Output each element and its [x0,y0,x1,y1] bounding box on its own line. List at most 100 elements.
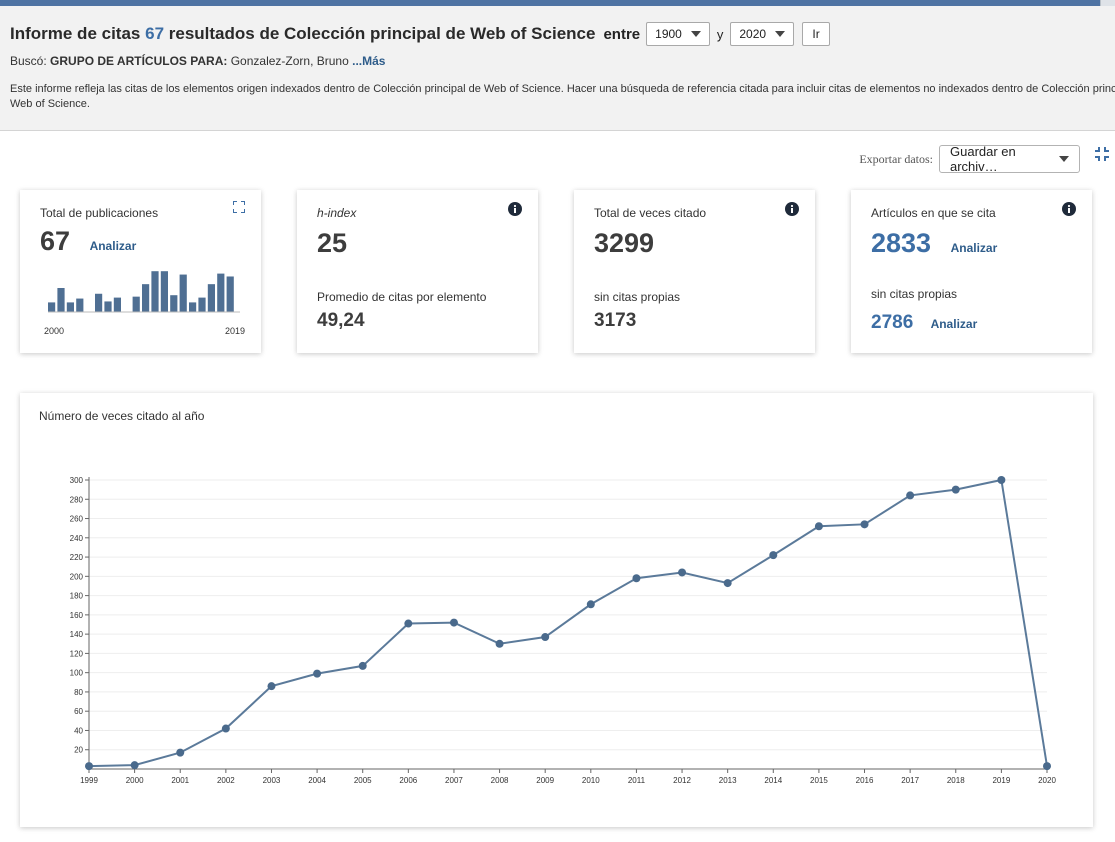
x-tick-label: 2011 [628,776,646,785]
mini-bar [95,293,103,312]
times-cited-no-self-value: 3173 [594,310,637,331]
data-point [906,491,915,500]
search-value: Gonzalez-Zorn, Bruno [230,54,349,68]
data-point [678,568,687,577]
citing-no-self-row: 2786 Analizar [871,312,977,334]
data-point [130,761,139,770]
mini-bar [113,297,121,312]
mini-bar [104,301,112,312]
citing-articles-analyze-link[interactable]: Analizar [951,241,998,255]
citations-per-year-chart-card: Número de veces citado al año 20 40 60 80 10… [20,393,1093,827]
export-label: Exportar datos: [859,151,933,166]
x-tick-label: 2006 [399,776,417,785]
search-prefix: Buscó: [10,54,47,68]
more-link[interactable]: ...Más [352,54,385,68]
and-label: y [716,26,724,42]
search-summary: Buscó: GRUPO DE ARTÍCULOS PARA: Gonzalez… [10,54,385,68]
y-tick-label: 140 [70,630,84,639]
x-tick-label: 2016 [856,776,874,785]
data-point [85,762,93,771]
export-selected-value: Guardar en archiv… [950,144,1016,174]
mini-bar [189,302,197,312]
data-point [951,485,960,494]
publications-value-row: 67 Analizar [40,226,136,257]
times-cited-value: 3299 [594,228,655,258]
report-header: Informe de citas 67 resultados de Colecc… [0,6,1115,131]
hindex-card: h-index 25 Promedio de citas por element… [297,190,538,353]
publications-card: Total de publicaciones 67 Analizar 2000 … [20,190,261,353]
x-tick-label: 2010 [582,776,600,785]
collapse-icon[interactable] [1095,147,1109,161]
data-point [997,476,1006,484]
title-middle: resultados de Colección principal de Web… [168,24,596,43]
y-tick-label: 160 [70,611,84,620]
x-tick-label: 2002 [217,776,235,785]
mini-bar [151,271,159,312]
data-point [723,579,732,588]
data-point [1043,762,1051,771]
year-to-select[interactable]: 2020 [730,22,795,46]
x-tick-label: 2018 [947,776,965,785]
mini-bar [76,298,84,312]
data-point [313,669,322,678]
mini-bar [160,271,168,312]
y-tick-label: 300 [70,476,84,485]
x-tick-label: 2000 [126,776,144,785]
avg-citations-value: 49,24 [317,310,365,331]
y-tick-label: 60 [74,707,83,716]
y-tick-label: 40 [74,726,83,735]
go-button[interactable]: Ir [802,22,831,46]
data-point [449,618,458,627]
mini-bar [198,297,206,312]
mini-axis-end: 2019 [224,326,245,336]
mini-bar [48,302,56,312]
avg-citations-label: Promedio de citas por elemento [317,290,487,304]
citing-articles-value: 2833 [871,228,932,258]
data-point [632,574,641,583]
data-point [358,661,367,670]
publications-analyze-link[interactable]: Analizar [90,239,137,253]
title-prefix: Informe de citas [10,24,141,43]
times-cited-no-self-label: sin citas propias [594,290,681,304]
x-tick-label: 2012 [673,776,691,785]
x-tick-label: 2013 [719,776,737,785]
mini-axis-start: 2000 [44,326,65,336]
publications-mini-chart [48,271,240,313]
chevron-down-icon [1059,156,1069,162]
y-tick-label: 20 [74,746,83,755]
x-tick-label: 2020 [1038,776,1056,785]
mini-bar [170,295,178,312]
publications-value: 67 [40,226,71,256]
hindex-value: 25 [317,228,348,258]
data-point [769,551,778,560]
info-icon[interactable] [508,202,522,216]
y-tick-label: 200 [70,572,84,581]
hindex-label: h-index [317,206,357,220]
y-tick-label: 180 [70,592,84,601]
x-tick-label: 2007 [445,776,463,785]
year-to-value: 2020 [739,27,767,41]
data-point [586,600,595,609]
info-icon[interactable] [1062,202,1076,216]
data-point [495,639,504,648]
year-from-select[interactable]: 1900 [646,22,710,46]
mini-bar [226,276,234,312]
citing-no-self-label: sin citas propias [871,287,958,301]
report-description: Este informe refleja las citas de los el… [10,83,1115,95]
export-select[interactable]: Guardar en archiv… [939,144,1080,174]
mini-bar [57,288,65,312]
citing-no-self-analyze-link[interactable]: Analizar [931,317,978,331]
export-data: Exportar datos: Guardar en archiv… [859,144,1080,174]
citing-articles-label: Artículos en que se cita [871,206,996,220]
info-icon[interactable] [785,202,799,216]
chevron-down-icon [690,31,701,37]
between-label: entre [603,25,641,43]
y-tick-label: 80 [74,688,83,697]
y-tick-label: 220 [70,553,84,562]
data-point [221,724,230,733]
mini-bar [132,296,140,312]
x-tick-label: 2009 [536,776,554,785]
expand-icon[interactable] [233,201,245,213]
publications-label: Total de publicaciones [40,206,159,220]
citing-articles-card: Artículos en que se cita 2833 Analizar s… [851,190,1092,353]
